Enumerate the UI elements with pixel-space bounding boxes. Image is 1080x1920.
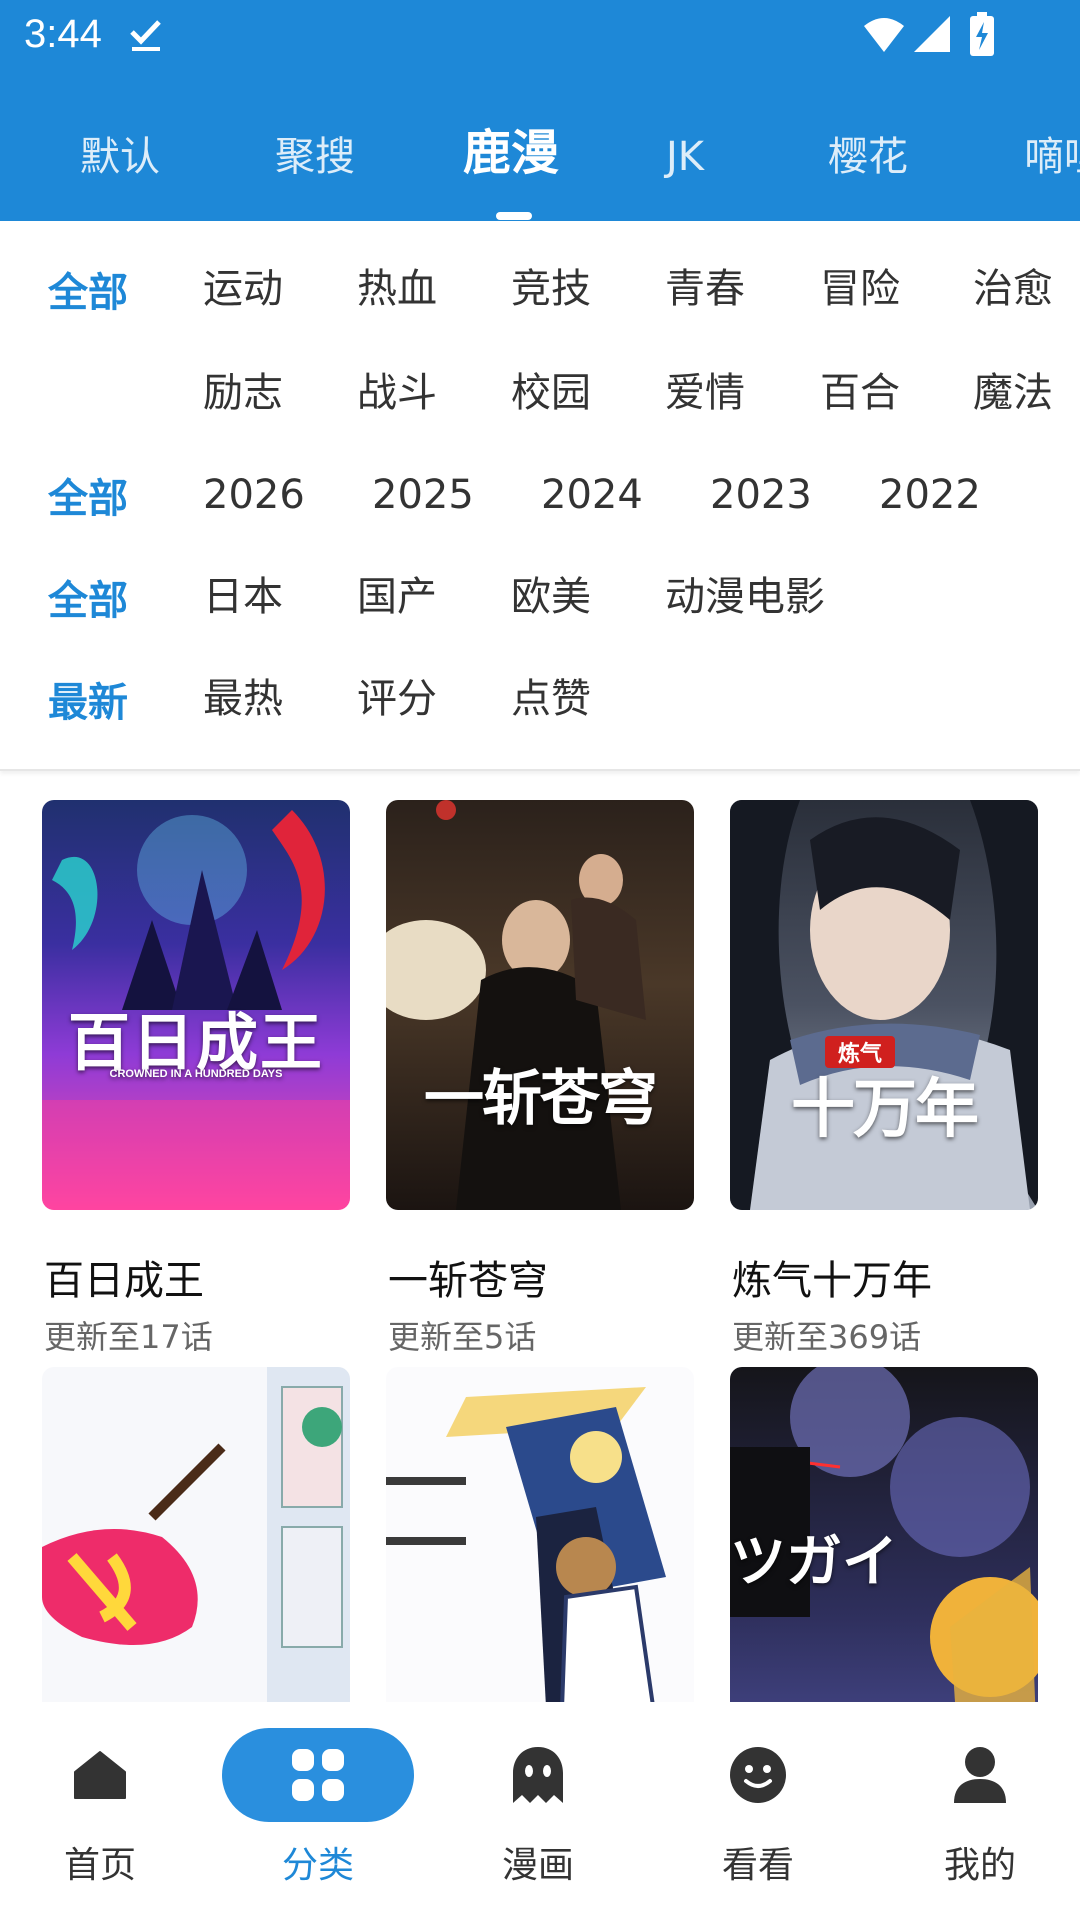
tab-luman[interactable]: 鹿漫 — [463, 118, 559, 188]
anime-cover[interactable]: 一斩苍穹 — [386, 800, 694, 1210]
cover-art — [42, 1367, 350, 1702]
year-item[interactable]: 2024 — [541, 465, 643, 525]
genre-item[interactable]: 魔法 — [973, 363, 1051, 423]
cover-art — [386, 1387, 666, 1702]
episode-status: 更新至17话 — [44, 1318, 213, 1356]
nav-icon-container — [884, 1728, 1076, 1822]
genre-item[interactable]: 百合 — [820, 363, 900, 423]
anime-cover[interactable]: ツガイ — [730, 1367, 1038, 1702]
year-item[interactable]: 2022 — [879, 465, 981, 525]
nav-manga[interactable]: 漫画 — [438, 1728, 638, 1898]
region-item[interactable]: 动漫电影 — [665, 567, 825, 627]
nav-watch[interactable]: 看看 — [658, 1728, 858, 1898]
year-all[interactable]: 全部 — [48, 469, 128, 529]
tab-jusou[interactable]: 聚搜 — [275, 122, 355, 192]
cover-title: ツガイ — [730, 1529, 898, 1595]
region-item[interactable]: 日本 — [203, 567, 283, 627]
sort-item[interactable]: 最热 — [203, 669, 283, 729]
smile-icon — [730, 1747, 786, 1803]
nav-label: 分类 — [281, 1845, 354, 1886]
tab-jk[interactable]: JK — [666, 122, 704, 192]
anime-title[interactable]: 百日成王 — [44, 1248, 204, 1306]
year-item[interactable]: 2023 — [710, 465, 812, 525]
nav-mine[interactable]: 我的 — [880, 1728, 1080, 1898]
app-header: 3:44 默认 聚搜 鹿漫 JK 樱花 嘀哩 — [0, 0, 1080, 221]
anime-grid: 百日成王 CROWNED IN A HUNDRED DAYS 百日成王 更新至1… — [0, 772, 1080, 1702]
anime-cover[interactable] — [386, 1367, 694, 1702]
nav-label: 漫画 — [501, 1845, 574, 1886]
region-item[interactable]: 国产 — [357, 567, 437, 627]
cover-art — [386, 800, 646, 1210]
genre-item[interactable]: 治愈 — [973, 259, 1051, 319]
year-item[interactable]: 2026 — [203, 465, 305, 525]
bottom-navigation: 首页 分类 漫画 看看 我的 — [0, 1702, 1080, 1920]
ghost-icon — [513, 1747, 563, 1803]
episode-status: 更新至369话 — [732, 1318, 922, 1356]
nav-icon-container — [442, 1728, 634, 1822]
source-tabs: 默认 聚搜 鹿漫 JK 樱花 嘀哩 — [0, 110, 1080, 221]
sort-item[interactable]: 评分 — [357, 669, 437, 729]
sort-latest[interactable]: 最新 — [48, 673, 128, 733]
nav-label: 首页 — [63, 1845, 136, 1886]
genre-item[interactable]: 运动 — [203, 259, 283, 319]
anime-cover[interactable]: 百日成王 CROWNED IN A HUNDRED DAYS — [42, 800, 350, 1210]
genre-item[interactable]: 竞技 — [511, 259, 591, 319]
cell-signal-icon — [914, 16, 950, 52]
cover-title: 一斩苍穹 — [424, 1064, 658, 1134]
cover-badge: 炼气 — [825, 1036, 895, 1068]
region-item[interactable]: 欧美 — [511, 567, 591, 627]
episode-status: 更新至5话 — [388, 1318, 537, 1356]
nav-icon-container — [222, 1728, 414, 1822]
genre-item[interactable]: 热血 — [357, 259, 437, 319]
genre-item[interactable]: 校园 — [511, 363, 591, 423]
genre-item[interactable]: 冒险 — [820, 259, 900, 319]
genre-item[interactable]: 战斗 — [357, 363, 437, 423]
active-tab-indicator — [496, 212, 532, 220]
anime-title[interactable]: 炼气十万年 — [732, 1248, 932, 1306]
nav-label: 我的 — [943, 1845, 1016, 1886]
nav-category[interactable]: 分类 — [218, 1728, 418, 1898]
genre-item[interactable]: 爱情 — [665, 363, 745, 423]
nav-home[interactable]: 首页 — [0, 1728, 200, 1898]
person-icon — [954, 1747, 1006, 1803]
genre-all[interactable]: 全部 — [48, 263, 128, 323]
battery-charging-icon — [970, 12, 994, 56]
home-icon — [74, 1751, 126, 1799]
region-all[interactable]: 全部 — [48, 571, 128, 631]
anime-cover[interactable] — [42, 1367, 350, 1702]
nav-label: 看看 — [721, 1845, 794, 1886]
sort-item[interactable]: 点赞 — [511, 669, 591, 729]
tab-default[interactable]: 默认 — [80, 122, 160, 192]
nav-icon-container — [662, 1728, 854, 1822]
filter-panel: 全部 运动 热血 竞技 青春 冒险 治愈 励志 战斗 校园 爱情 百合 魔法 全… — [0, 221, 1080, 771]
cover-title: 十万年 — [791, 1072, 979, 1147]
genre-item[interactable]: 励志 — [203, 363, 283, 423]
status-bar: 3:44 — [0, 0, 1080, 74]
genre-item[interactable]: 青春 — [665, 259, 745, 319]
tab-dili[interactable]: 嘀哩 — [1024, 122, 1080, 192]
year-item[interactable]: 2025 — [372, 465, 474, 525]
cover-subtitle: CROWNED IN A HUNDRED DAYS — [109, 1068, 283, 1080]
nav-icon-container — [4, 1728, 196, 1822]
anime-title[interactable]: 一斩苍穹 — [388, 1248, 548, 1306]
anime-cover[interactable]: 十万年 炼气 — [730, 800, 1038, 1210]
wifi-icon — [864, 18, 904, 52]
tab-yinghua[interactable]: 樱花 — [828, 122, 908, 192]
status-time: 3:44 — [24, 12, 102, 56]
download-done-icon — [130, 20, 161, 51]
category-grid-icon — [292, 1749, 344, 1801]
